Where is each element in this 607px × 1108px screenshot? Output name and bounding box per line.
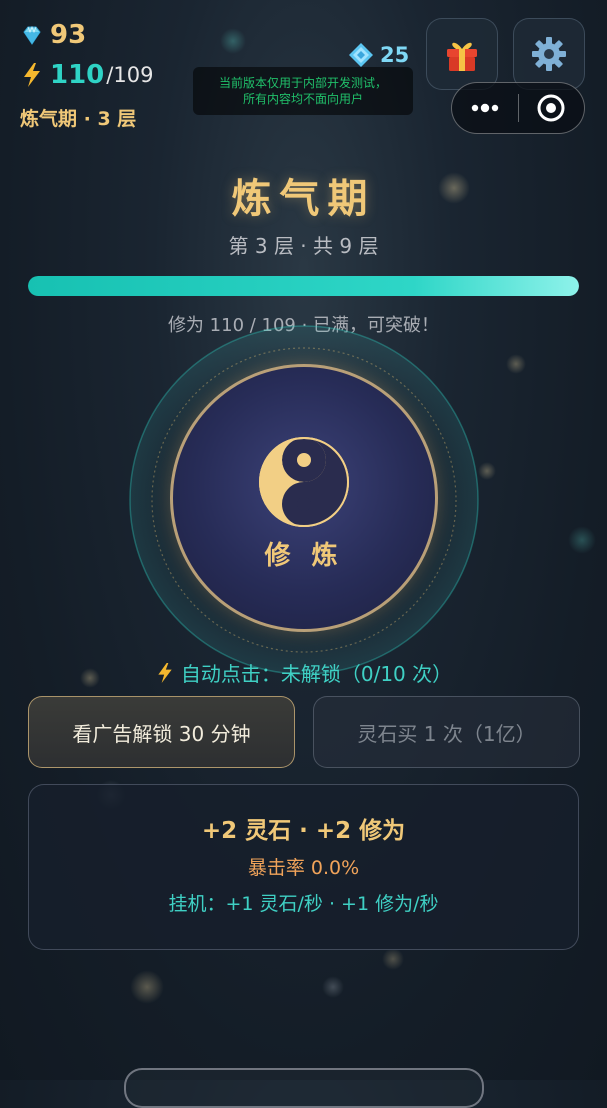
- auto-click-text: 自动点击：未解锁（0/10 次）: [180, 662, 453, 686]
- more-dots-icon: [471, 103, 498, 113]
- close-miniprogram-button[interactable]: [519, 83, 585, 133]
- dev-notice-line1: 当前版本仅用于内部开发测试，: [218, 76, 387, 90]
- realm-short-label: 炼气期 · 3 层: [20, 108, 137, 130]
- bottom-panel-handle[interactable]: [124, 1068, 484, 1108]
- realm-layer: 第 3 层 · 共 9 层: [228, 234, 379, 258]
- settings-button[interactable]: [513, 18, 585, 90]
- dev-notice-line2: 所有内容均不面向用户: [242, 92, 363, 106]
- diamond-count: 93: [50, 20, 87, 50]
- bokeh-particle: [130, 970, 164, 1004]
- crystal-icon: [349, 43, 373, 67]
- click-gain-text: +2 灵石 · +2 修为: [201, 818, 406, 844]
- cultivate-button[interactable]: 修 炼: [170, 364, 438, 632]
- lightning-icon: [24, 63, 40, 87]
- yinyang-icon: [259, 437, 349, 527]
- cultivation-progress-bar: [28, 276, 579, 296]
- diamond-stat: 93: [20, 20, 86, 50]
- watch-ad-unlock-label: 看广告解锁 30 分钟: [72, 721, 251, 746]
- diamond-icon: [23, 25, 41, 45]
- crit-rate-text: 暴击率 0.0%: [247, 857, 360, 879]
- buy-with-spirit-stone-label: 灵石买 1 次（1亿）: [357, 721, 536, 746]
- bokeh-particle: [382, 948, 404, 970]
- idle-gain-text: 挂机：+1 灵石/秒 · +1 修为/秒: [168, 893, 439, 915]
- crystal-count: 25: [380, 43, 410, 67]
- miniprogram-capsule: [451, 82, 585, 134]
- cultivation-progress-fill: [28, 276, 579, 296]
- bokeh-particle: [568, 526, 596, 554]
- lightning-icon: [158, 662, 172, 683]
- energy-stat: 110 /109: [20, 60, 153, 90]
- buy-with-spirit-stone-button[interactable]: 灵石买 1 次（1亿）: [313, 696, 580, 768]
- energy-current: 110: [50, 60, 105, 90]
- dev-notice-banner: 当前版本仅用于内部开发测试， 所有内容均不面向用户: [193, 67, 413, 115]
- more-button[interactable]: [452, 83, 518, 133]
- bokeh-particle: [506, 354, 526, 374]
- realm-title: 炼气期: [231, 176, 376, 222]
- bokeh-particle: [220, 28, 246, 54]
- target-icon: [537, 94, 565, 122]
- watch-ad-unlock-button[interactable]: 看广告解锁 30 分钟: [28, 696, 295, 768]
- bokeh-particle: [322, 976, 344, 998]
- cultivate-label: 修 炼: [264, 541, 344, 571]
- auto-click-status: 自动点击：未解锁（0/10 次）: [0, 658, 607, 687]
- gains-panel: +2 灵石 · +2 修为 暴击率 0.0% 挂机：+1 灵石/秒 · +1 修…: [28, 784, 579, 950]
- gift-button[interactable]: [426, 18, 498, 90]
- crystal-stat: 25: [348, 42, 409, 68]
- gear-icon: [532, 37, 566, 71]
- energy-max: /109: [106, 63, 154, 87]
- gift-icon: [447, 42, 477, 71]
